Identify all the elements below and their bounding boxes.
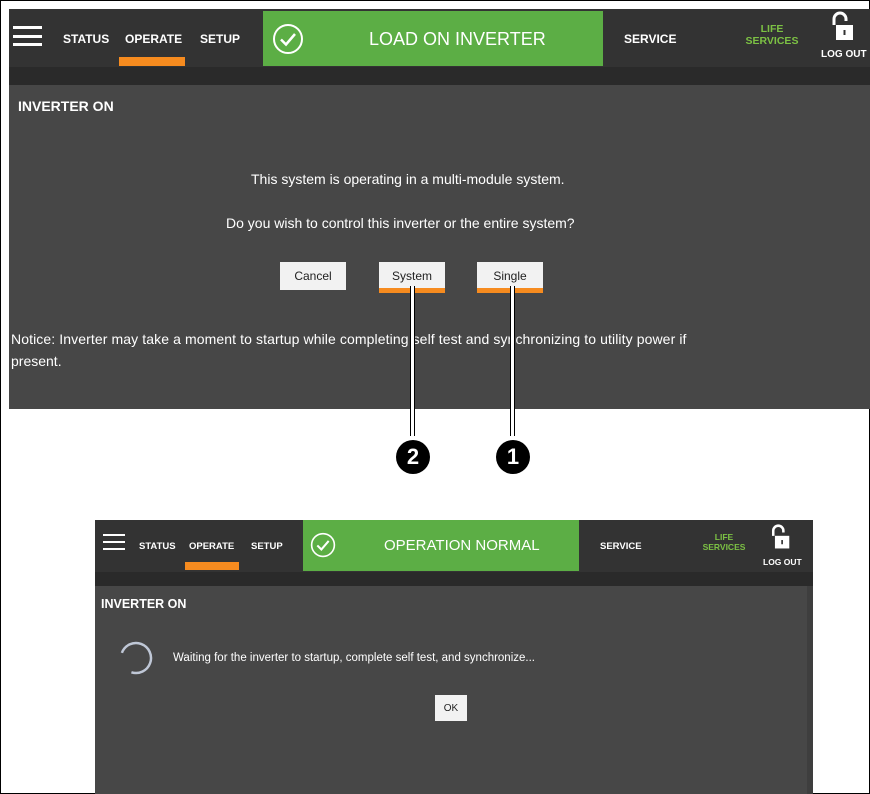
unlock-icon[interactable] xyxy=(769,524,791,551)
inverter-on-dialog: INVERTER ON Waiting for the inverter to … xyxy=(95,586,807,794)
tab-setup[interactable]: SETUP xyxy=(200,32,240,46)
banner-text: OPERATION NORMAL xyxy=(384,537,540,554)
tab-status[interactable]: STATUS xyxy=(139,541,176,552)
tab-status[interactable]: STATUS xyxy=(63,32,109,46)
callout-line-system xyxy=(410,286,415,436)
separator-band xyxy=(9,67,870,85)
dialog-title: INVERTER ON xyxy=(18,98,114,114)
banner-text: LOAD ON INVERTER xyxy=(369,29,546,49)
status-banner: LOAD ON INVERTER xyxy=(263,11,603,66)
separator-band xyxy=(95,572,813,586)
top-screen: STATUS OPERATE SETUP LOAD ON INVERTER SE… xyxy=(9,9,870,409)
tab-setup[interactable]: SETUP xyxy=(251,541,283,552)
dialog-title: INVERTER ON xyxy=(101,597,187,611)
top-nav-bar: STATUS OPERATE SETUP LOAD ON INVERTER SE… xyxy=(9,9,870,67)
check-circle-icon xyxy=(310,532,336,558)
notice-line-1: Notice: Inverter may take a moment to st… xyxy=(11,331,687,347)
callout-marker-single: 1 xyxy=(496,440,530,474)
tab-service[interactable]: SERVICE xyxy=(624,32,676,46)
ok-button[interactable]: OK xyxy=(435,695,467,721)
cancel-button[interactable]: Cancel xyxy=(280,262,346,290)
inverter-on-dialog: INVERTER ON This system is operating in … xyxy=(9,85,870,409)
life-services-line1: LIFE xyxy=(760,23,784,35)
control-question: Do you wish to control this inverter or … xyxy=(226,215,575,231)
callout-marker-system: 2 xyxy=(396,440,430,474)
notice-line-2: present. xyxy=(11,353,62,369)
bottom-screen: STATUS OPERATE SETUP OPERATION NORMAL SE… xyxy=(95,520,813,794)
life-services-link[interactable]: LIFE SERVICES xyxy=(701,532,747,553)
waiting-message: Waiting for the inverter to startup, com… xyxy=(173,652,535,664)
tab-operate[interactable]: OPERATE xyxy=(189,541,234,552)
operate-active-indicator xyxy=(185,562,239,570)
life-services-line2: SERVICES xyxy=(702,541,746,552)
logout-button[interactable]: LOG OUT xyxy=(763,557,802,567)
callout-line-single xyxy=(510,286,515,436)
life-services-link[interactable]: LIFE SERVICES xyxy=(742,23,802,47)
unlock-icon[interactable] xyxy=(829,11,855,43)
check-circle-icon xyxy=(273,24,303,54)
status-banner: OPERATION NORMAL xyxy=(303,520,579,571)
life-services-line2: SERVICES xyxy=(745,35,799,48)
tab-operate[interactable]: OPERATE xyxy=(125,32,182,46)
bottom-nav-bar: STATUS OPERATE SETUP OPERATION NORMAL SE… xyxy=(95,520,813,572)
loading-spinner-icon xyxy=(119,641,153,675)
logout-button[interactable]: LOG OUT xyxy=(821,49,867,60)
operate-active-indicator xyxy=(119,57,185,66)
multi-module-message: This system is operating in a multi-modu… xyxy=(251,171,565,187)
menu-icon[interactable] xyxy=(13,26,42,46)
tab-service[interactable]: SERVICE xyxy=(600,541,642,552)
menu-icon[interactable] xyxy=(103,534,125,550)
